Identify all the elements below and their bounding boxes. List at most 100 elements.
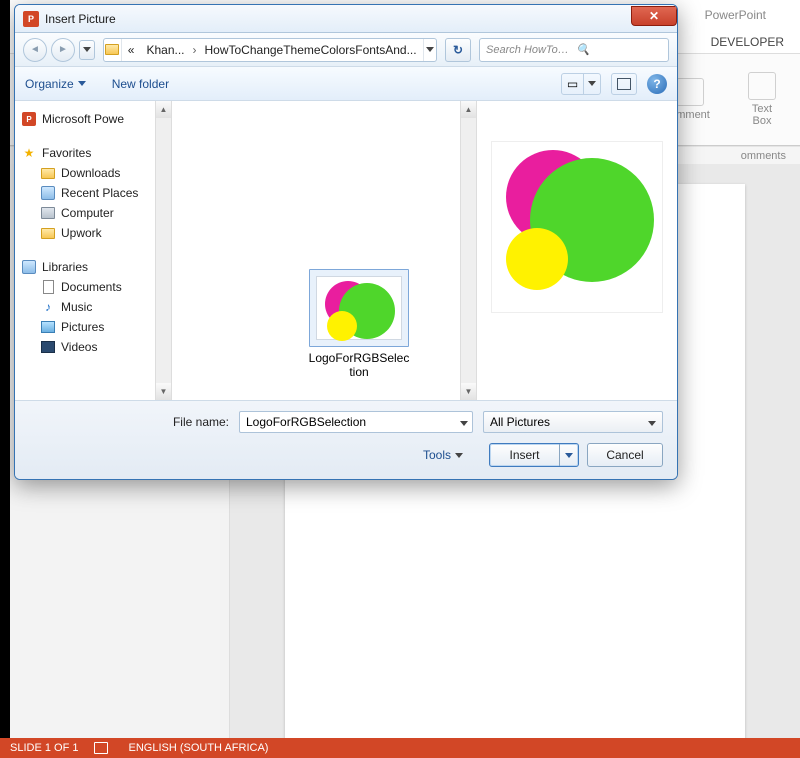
chevron-right-icon: › (191, 43, 199, 57)
file-scrollbar[interactable]: ▲ ▼ (460, 101, 477, 400)
tree-item-downloads[interactable]: Downloads (21, 163, 149, 183)
tree-scrollbar[interactable]: ▲ ▼ (155, 101, 172, 400)
ribbon-tab-developer[interactable]: DEVELOPER (711, 35, 784, 49)
tree-label: Music (61, 300, 92, 314)
dialog-nav-bar: ◄ ► « Khan... › HowToChangeThemeColorsFo… (15, 33, 677, 67)
tree-label: Documents (61, 280, 122, 294)
refresh-button[interactable]: ↻ (445, 38, 471, 62)
new-folder-label: New folder (112, 77, 169, 91)
status-bar: SLIDE 1 OF 1 ENGLISH (SOUTH AFRICA) (0, 738, 800, 758)
tree-label: Downloads (61, 166, 120, 180)
insert-picture-dialog: P Insert Picture ✕ ◄ ► « Khan... › HowTo… (14, 4, 678, 480)
ribbon-label: Text Box (752, 103, 772, 127)
file-list-pane[interactable]: LogoForRGBSelection (172, 101, 460, 400)
history-dropdown[interactable] (79, 40, 95, 60)
folder-icon (41, 228, 55, 239)
tree-item-music[interactable]: ♪ Music (21, 297, 149, 317)
dialog-title: Insert Picture (45, 12, 631, 26)
comment-icon (676, 78, 704, 106)
organize-label: Organize (25, 77, 74, 91)
videos-icon (41, 341, 55, 353)
scroll-up[interactable]: ▲ (156, 101, 171, 118)
pictures-icon (41, 321, 55, 333)
chevron-down-icon (78, 81, 86, 86)
new-folder-button[interactable]: New folder (112, 77, 169, 91)
tools-menu[interactable]: Tools (423, 448, 463, 462)
file-name-input[interactable]: LogoForRGBSelection (239, 411, 473, 433)
status-notes-icon[interactable] (94, 742, 108, 754)
breadcrumb-seg-khan[interactable]: Khan... (140, 39, 190, 61)
breadcrumb-seg-folder[interactable]: HowToChangeThemeColorsFontsAnd... (199, 39, 423, 61)
ribbon-group-textbox[interactable]: Text Box (732, 54, 792, 145)
chevron-down-icon (455, 453, 463, 458)
libraries-icon (22, 260, 36, 274)
scroll-up[interactable]: ▲ (461, 101, 476, 118)
breadcrumb[interactable]: « Khan... › HowToChangeThemeColorsFontsA… (103, 38, 437, 62)
cancel-button[interactable]: Cancel (587, 443, 663, 467)
insert-button[interactable]: Insert (489, 443, 579, 467)
scroll-track[interactable] (156, 118, 171, 383)
tree-label: Computer (61, 206, 114, 220)
preview-pane (477, 101, 677, 400)
help-button[interactable]: ? (647, 74, 667, 94)
tree-item-ms-powerpoint[interactable]: P Microsoft Powe (21, 109, 149, 129)
tree-item-documents[interactable]: Documents (21, 277, 149, 297)
tree-label: Favorites (42, 146, 91, 160)
scroll-track[interactable] (461, 118, 476, 383)
tools-label: Tools (423, 448, 451, 462)
tree-label: Microsoft Powe (42, 112, 124, 126)
file-name-value: LogoForRGBSelection (246, 415, 366, 429)
forward-button[interactable]: ► (51, 38, 75, 62)
status-slide-count: SLIDE 1 OF 1 (10, 742, 78, 754)
computer-icon (41, 207, 55, 219)
tree-item-videos[interactable]: Videos (21, 337, 149, 357)
preview-pane-toggle[interactable] (611, 73, 637, 95)
back-button[interactable]: ◄ (23, 38, 47, 62)
textbox-icon (748, 72, 776, 100)
breadcrumb-dropdown[interactable] (423, 39, 436, 61)
tree-item-upwork[interactable]: Upwork (21, 223, 149, 243)
view-mode-selector[interactable]: ▭ (561, 73, 601, 95)
file-name-label: File name: (29, 415, 229, 429)
status-language[interactable]: ENGLISH (SOUTH AFRICA) (128, 742, 268, 754)
tree-label: Upwork (61, 226, 102, 240)
insert-label: Insert (490, 444, 560, 466)
tree-label: Recent Places (61, 186, 138, 200)
dialog-toolbar: Organize New folder ▭ ? (15, 67, 677, 101)
file-item-logo[interactable]: LogoForRGBSelection (307, 269, 411, 379)
search-placeholder: Search HowToChangeThemeC... (486, 44, 572, 56)
tree-item-pictures[interactable]: Pictures (21, 317, 149, 337)
search-input[interactable]: Search HowToChangeThemeC... 🔍 (479, 38, 669, 62)
file-type-filter[interactable]: All Pictures (483, 411, 663, 433)
folder-icon (41, 168, 55, 179)
close-button[interactable]: ✕ (631, 6, 677, 26)
tree-item-libraries[interactable]: Libraries (21, 257, 149, 277)
tree-item-favorites[interactable]: ★ Favorites (21, 143, 149, 163)
chevron-down-icon (584, 74, 600, 94)
view-icon: ▭ (562, 74, 584, 94)
search-icon: 🔍 (576, 43, 662, 56)
organize-menu[interactable]: Organize (25, 77, 86, 91)
chevron-down-icon[interactable] (460, 415, 468, 429)
breadcrumb-overflow[interactable]: « (122, 39, 141, 61)
pp-app-name: PowerPoint (705, 8, 766, 22)
recent-icon (41, 186, 55, 200)
file-label: LogoForRGBSelection (307, 351, 411, 379)
navigation-tree[interactable]: P Microsoft Powe ★ Favorites Downloads R… (15, 101, 155, 400)
chevron-down-icon (648, 415, 656, 429)
dialog-titlebar[interactable]: P Insert Picture ✕ (15, 5, 677, 33)
tree-item-recent[interactable]: Recent Places (21, 183, 149, 203)
filter-label: All Pictures (490, 415, 550, 429)
dialog-footer: File name: LogoForRGBSelection All Pictu… (15, 400, 677, 479)
insert-dropdown[interactable] (560, 453, 578, 458)
documents-icon (43, 280, 54, 294)
tree-label: Videos (61, 340, 97, 354)
tree-item-computer[interactable]: Computer (21, 203, 149, 223)
scroll-down[interactable]: ▼ (156, 383, 171, 400)
powerpoint-icon: P (23, 11, 39, 27)
music-icon: ♪ (40, 299, 56, 315)
file-thumbnail (316, 276, 402, 340)
tree-label: Pictures (61, 320, 104, 334)
scroll-down[interactable]: ▼ (461, 383, 476, 400)
folder-icon (104, 39, 122, 61)
